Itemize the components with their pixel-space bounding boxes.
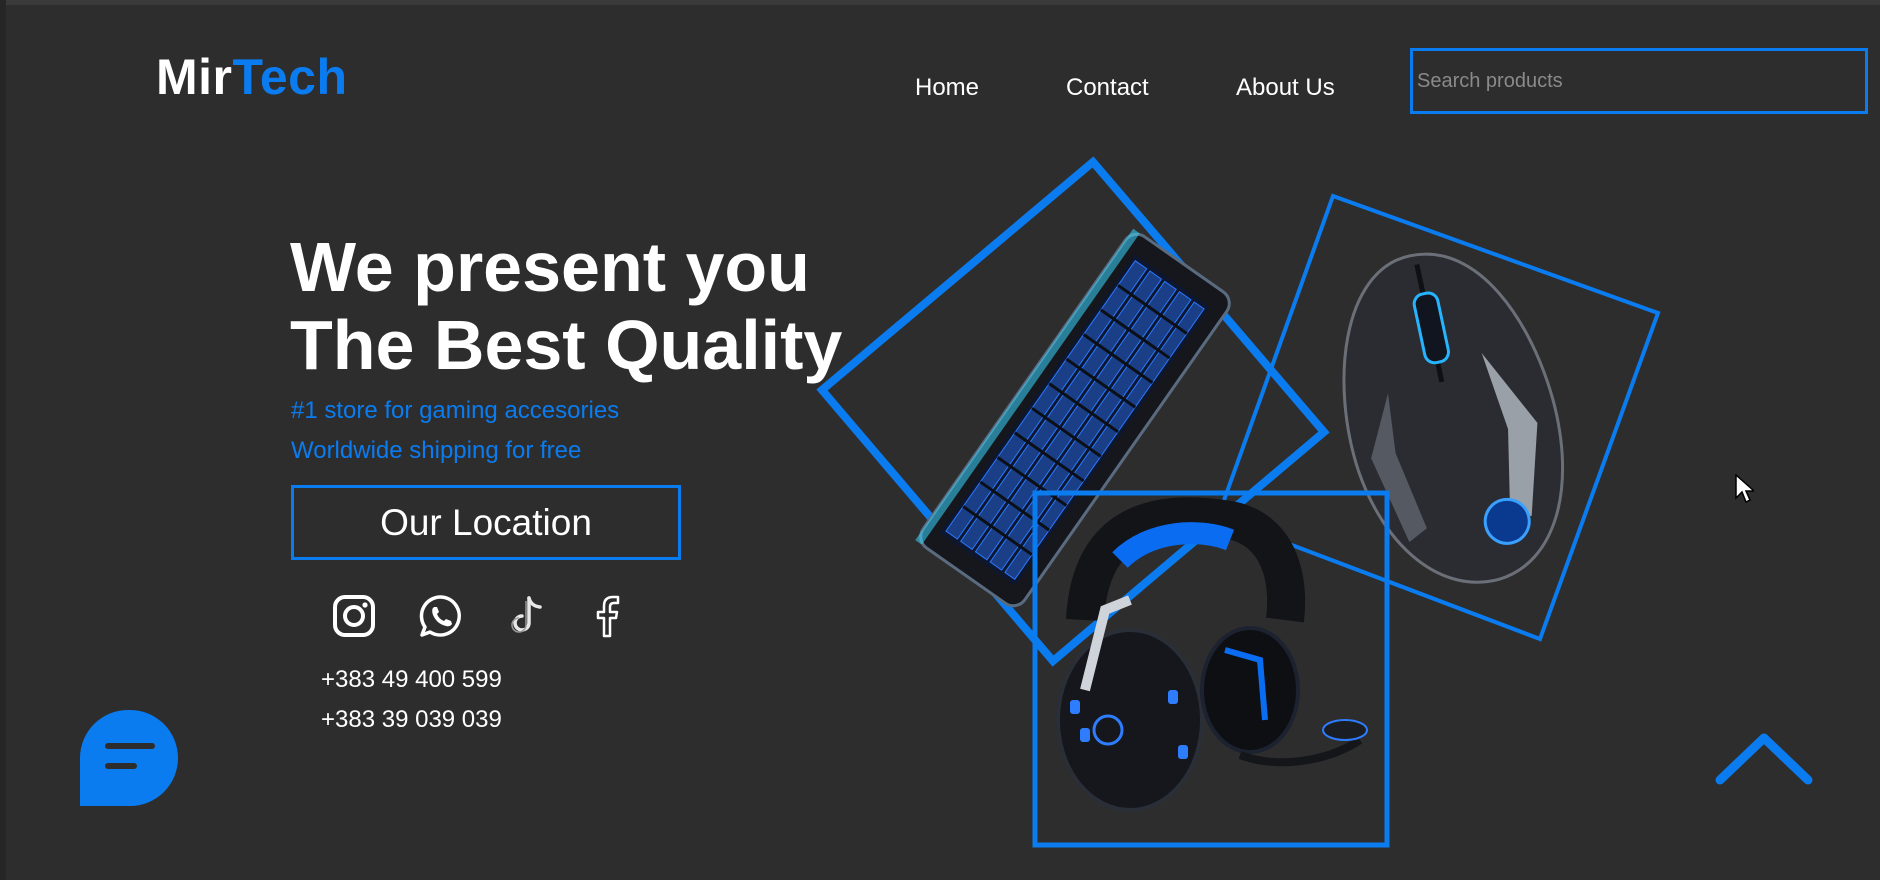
- keyboard-image: [915, 228, 1231, 608]
- headset-image: [1056, 497, 1368, 812]
- hero-title: We present you The Best Quality: [290, 228, 842, 384]
- product-showcase: [816, 156, 1661, 848]
- facebook-icon[interactable]: [582, 592, 630, 640]
- chat-lines-icon: [105, 743, 155, 769]
- tagline-store: #1 store for gaming accesories: [291, 397, 620, 424]
- scroll-to-top-icon[interactable]: [1712, 726, 1816, 788]
- our-location-button[interactable]: Our Location: [291, 485, 681, 560]
- keyboard-frame: [816, 156, 1330, 667]
- mouse-frame: [1215, 193, 1661, 642]
- mouse-cursor-icon: [1735, 474, 1754, 504]
- search-input[interactable]: [1410, 48, 1868, 114]
- phone-number-1: +383 49 400 599: [321, 666, 502, 693]
- tagline-shipping: Worldwide shipping for free: [291, 437, 582, 464]
- tiktok-icon[interactable]: [504, 592, 552, 640]
- nav-home[interactable]: Home: [915, 74, 979, 102]
- whatsapp-icon[interactable]: [417, 592, 465, 640]
- nav-contact[interactable]: Contact: [1066, 74, 1149, 102]
- instagram-icon[interactable]: [330, 592, 378, 640]
- window-left-edge: [0, 0, 6, 880]
- logo-text-mir: Mir: [156, 49, 233, 105]
- hero-title-line1: We present you: [290, 228, 810, 306]
- headset-frame: [1032, 490, 1390, 848]
- logo-text-tech: Tech: [232, 49, 348, 105]
- mouse-image: [1342, 252, 1564, 584]
- site-logo[interactable]: MirTech: [156, 48, 348, 106]
- window-top-edge: [0, 0, 1880, 5]
- phone-number-2: +383 39 039 039: [321, 706, 502, 733]
- nav-about-us[interactable]: About Us: [1236, 74, 1335, 102]
- hero-title-line2: The Best Quality: [290, 306, 843, 384]
- chat-button[interactable]: [80, 710, 178, 806]
